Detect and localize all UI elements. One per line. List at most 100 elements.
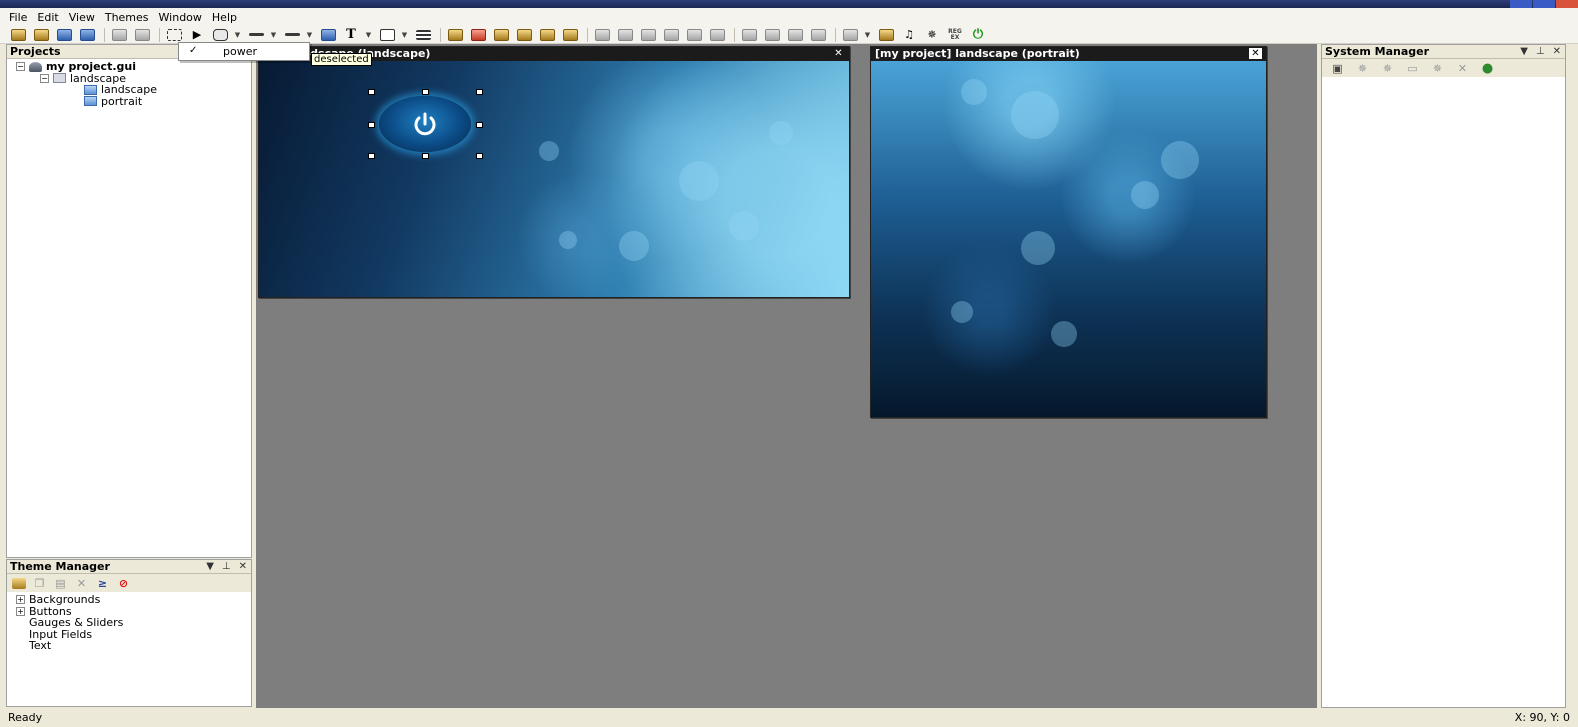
close-icon[interactable]: ✕ [239,560,247,574]
anim-s-icon[interactable] [491,27,511,43]
open-project-icon[interactable] [8,27,28,43]
space-horizontal-icon[interactable] [808,27,828,43]
close-icon[interactable]: ✕ [1249,48,1262,59]
same-height-icon[interactable] [762,27,782,43]
chevron-down-icon[interactable]: ▼ [364,27,373,43]
music-icon[interactable]: ♫ [899,27,919,43]
close-icon[interactable]: ✕ [1553,45,1561,59]
resize-handle-w[interactable] [368,122,375,128]
menu-help[interactable]: Help [207,11,242,24]
align-top-icon[interactable] [661,27,681,43]
pin-icon[interactable]: ⊥ [1536,45,1545,59]
resize-handle-s[interactable] [422,153,429,159]
resize-handle-nw[interactable] [368,89,375,95]
collapse-icon[interactable]: − [40,73,49,83]
chevron-down-icon[interactable]: ▼ [305,27,314,43]
globe-icon[interactable]: ● [1480,61,1495,76]
portrait-canvas[interactable] [871,61,1266,417]
delete-icon[interactable]: ✕ [74,577,89,590]
resize-handle-e[interactable] [476,122,483,128]
anim-a-icon[interactable] [468,27,488,43]
theme-item-text[interactable]: Text [7,640,251,652]
save-all-icon[interactable] [77,27,97,43]
settings-icon[interactable]: ✵ [1430,62,1445,75]
page-icon [84,84,97,95]
chevron-down-icon[interactable]: ▼ [206,560,214,574]
input-tool-icon[interactable] [282,27,302,43]
gear-icon[interactable]: ✵ [922,27,942,43]
no-entry-icon[interactable]: ⊘ [116,577,131,590]
align-right-icon[interactable] [638,27,658,43]
open-icon[interactable] [31,27,51,43]
align-middle-icon[interactable] [684,27,704,43]
copy-icon[interactable]: ❐ [32,577,47,590]
minimize-button[interactable] [1510,0,1532,8]
menu-window[interactable]: Window [154,11,207,24]
page-icon[interactable] [132,27,152,43]
plugin-icon[interactable] [840,27,860,43]
tree-node-page-landscape[interactable]: landscape [7,84,251,96]
designer-landscape[interactable]: ect] landscape (landscape) ✕ [258,46,850,298]
paste-icon[interactable]: ▤ [53,577,68,590]
resize-handle-ne[interactable] [476,89,483,95]
align-center-icon[interactable] [615,27,635,43]
tree-node-page-portrait[interactable]: portrait [7,95,251,108]
properties-icon[interactable] [109,27,129,43]
expand-icon[interactable]: + [16,606,25,616]
chevron-down-icon[interactable]: ▼ [400,27,409,43]
text-tool-icon[interactable]: T [341,27,361,43]
power-button-widget[interactable] [379,96,471,152]
resize-handle-se[interactable] [476,153,483,159]
save-icon[interactable] [54,27,74,43]
anim-d-icon[interactable] [445,27,465,43]
slider-tool-icon[interactable] [246,27,266,43]
designer-portrait[interactable]: [my project] landscape (portrait) ✕ [870,46,1267,418]
theme-item-backgrounds[interactable]: + Backgrounds [7,594,251,606]
power-icon[interactable]: ⏻ [968,27,988,43]
chevron-down-icon[interactable]: ▼ [1520,45,1528,59]
design-workspace[interactable]: ect] landscape (landscape) ✕ [256,44,1317,708]
menu-edit[interactable]: Edit [32,11,63,24]
anim-theme-icon[interactable] [537,27,557,43]
menu-themes[interactable]: Themes [100,11,154,24]
chevron-down-icon[interactable]: ▼ [863,27,872,43]
regex-icon[interactable]: REG EX [945,27,965,43]
chevron-down-icon[interactable]: ▼ [233,27,242,43]
expand-icon[interactable]: + [16,595,25,605]
pointer-icon[interactable]: ▶ [187,27,207,43]
delete-icon[interactable]: ✕ [1455,62,1470,75]
anim-img-icon[interactable] [560,27,580,43]
space-vertical-icon[interactable] [785,27,805,43]
same-width-icon[interactable] [739,27,759,43]
device-icon[interactable]: ▣ [1330,62,1345,75]
theme-edit-icon[interactable] [876,27,896,43]
image-button-tool-icon[interactable] [377,27,397,43]
button-tool-icon[interactable] [210,27,230,43]
menu-file[interactable]: File [4,11,32,24]
maximize-button[interactable] [1533,0,1555,8]
landscape-canvas[interactable] [259,61,849,297]
marquee-select-icon[interactable] [164,27,184,43]
image-tool-icon[interactable] [318,27,338,43]
dropdown-item-power[interactable]: ✓ power [179,45,309,59]
theme-item-gauges[interactable]: Gauges & Sliders [7,617,251,629]
close-icon[interactable]: ✕ [832,48,845,59]
gears-icon[interactable]: ✵ [1380,62,1395,75]
resize-handle-sw[interactable] [368,153,375,159]
import-icon[interactable]: ≥ [95,577,110,590]
collapse-icon[interactable]: − [16,62,25,72]
chevron-down-icon[interactable]: ▼ [269,27,278,43]
gear-icon[interactable]: ✵ [1355,62,1370,75]
pin-icon[interactable]: ⊥ [222,560,231,574]
theme-manager-panel: Theme Manager ▼ ⊥ ✕ ❐ ▤ ✕ ≥ ⊘ + Backgrou… [6,559,252,707]
list-tool-icon[interactable] [413,27,433,43]
theme-add-icon[interactable] [11,577,26,589]
align-left-icon[interactable] [592,27,612,43]
resize-handle-n[interactable] [422,89,429,95]
connect-icon[interactable]: ▭ [1405,62,1420,75]
tree-node-project[interactable]: − my project.gui [7,61,251,73]
anim-txt-icon[interactable] [514,27,534,43]
close-window-button[interactable] [1556,0,1578,8]
align-bottom-icon[interactable] [707,27,727,43]
menu-view[interactable]: View [64,11,100,24]
